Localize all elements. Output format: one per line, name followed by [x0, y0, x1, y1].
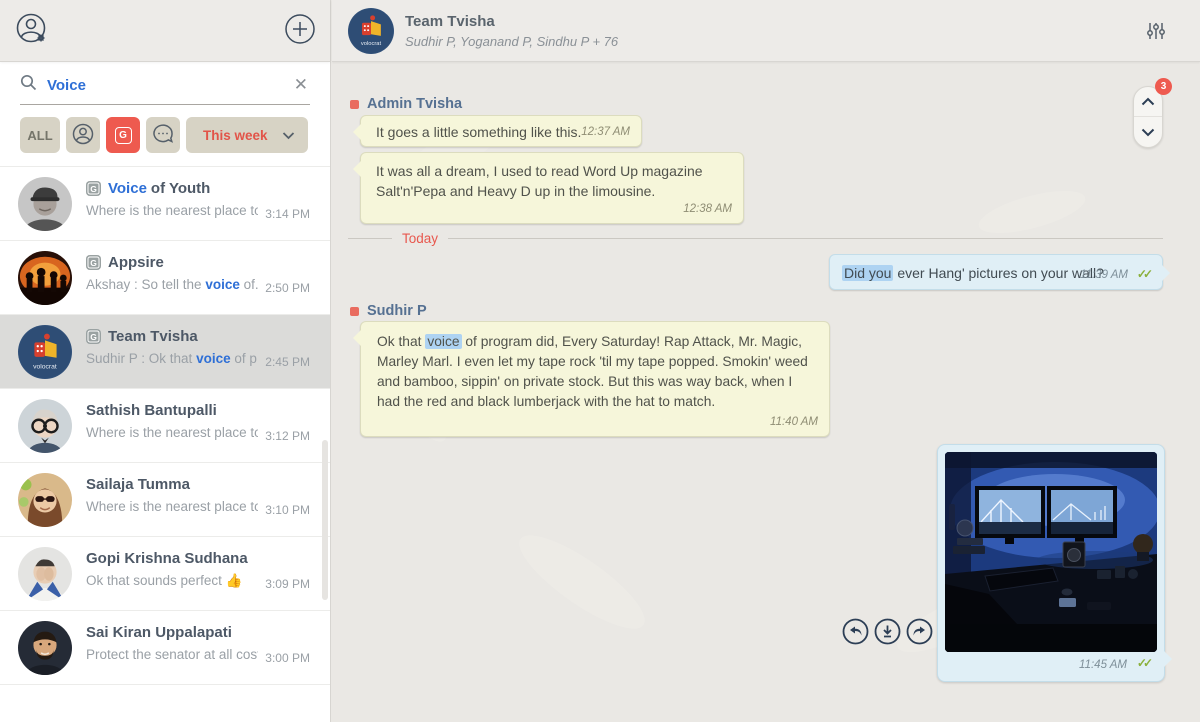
forward-button[interactable] [906, 618, 933, 645]
chat-list-item-gopi[interactable]: Gopi Krishna Sudhana Ok that sounds perf… [0, 537, 330, 611]
message-area: Admin Tvisha It goes a little something … [332, 62, 1200, 722]
search-input[interactable] [47, 77, 292, 94]
chevron-down-icon [282, 128, 295, 143]
search-match-highlight: Did you [842, 265, 893, 281]
user-gear-icon [12, 9, 52, 52]
message-actions [842, 618, 933, 645]
chat-list-item-sailaja[interactable]: Sailaja Tumma Where is the nearest place… [0, 463, 330, 537]
sender-bullet-icon [350, 307, 359, 316]
message-time: 12:38 AM [683, 199, 732, 219]
filter-contacts-button[interactable] [66, 117, 100, 153]
search-icon [20, 74, 37, 96]
message-time: 12:37 AM [581, 122, 630, 142]
read-receipt-icon: ✓✓ [1137, 656, 1153, 670]
message-bubble-outgoing[interactable]: Did you ever Hang' pictures on your wall… [829, 254, 1163, 290]
chat-time: 3:09 PM [265, 577, 310, 591]
sidebar-scrollbar[interactable] [322, 440, 328, 600]
reply-button[interactable] [842, 618, 869, 645]
person-icon [71, 122, 95, 149]
read-receipt-icon: ✓✓ [1137, 264, 1153, 284]
chat-time: 3:00 PM [265, 651, 310, 665]
message-bubble[interactable]: It goes a little something like this. 12… [360, 115, 642, 147]
chat-list-item-sathish[interactable]: Sathish Bantupalli Where is the nearest … [0, 389, 330, 463]
search-match-highlight: voice [425, 334, 461, 349]
avatar [18, 251, 72, 305]
conversation-title: Team Tvisha [405, 13, 618, 30]
date-range-label: This week [203, 128, 268, 143]
chat-list-item-sai-kiran[interactable]: Sai Kiran Uppalapati Protect the senator… [0, 611, 330, 685]
image-message-bubble[interactable]: 11:45 AM ✓✓ [937, 444, 1165, 682]
message-bubble[interactable]: Ok that voice of program did, Every Satu… [360, 321, 830, 437]
sidebar-topbar [0, 0, 330, 62]
chat-list-item-voice-of-youth[interactable]: GVoiceof Youth Where is the nearest plac… [0, 167, 330, 241]
avatar [18, 473, 72, 527]
filter-groups-button[interactable]: G [106, 117, 140, 153]
message-time: 11:45 AM [1079, 659, 1127, 671]
sender-name: Sudhir P [350, 303, 427, 319]
avatar [18, 399, 72, 453]
group-icon: G [86, 329, 101, 344]
chat-time: 3:12 PM [265, 429, 310, 443]
date-range-dropdown[interactable]: This week [186, 117, 308, 153]
plus-icon [284, 13, 316, 48]
avatar [18, 547, 72, 601]
scroll-down-button[interactable] [1134, 117, 1162, 147]
chat-time: 3:10 PM [265, 503, 310, 517]
chat-bubble-icon [151, 122, 175, 149]
date-divider-label: Today [402, 231, 438, 246]
filter-all-button[interactable]: ALL [20, 117, 60, 153]
message-time: 11:39 AM [1080, 265, 1128, 285]
profile-settings-button[interactable] [12, 9, 52, 52]
attached-photo[interactable] [945, 452, 1157, 652]
search-bar: ✕ [20, 74, 310, 105]
avatar [18, 177, 72, 231]
clear-search-icon[interactable]: ✕ [292, 75, 310, 95]
logo-text: volocrat [361, 40, 382, 46]
conversation-pane: volocrat Team Tvisha Sudhir P, Yoganand … [332, 0, 1200, 722]
chat-list-item-appsire[interactable]: GAppsire Akshay : So tell the voice of..… [0, 241, 330, 315]
chat-time: 2:50 PM [265, 281, 310, 295]
sender-name: Admin Tvisha [350, 96, 462, 112]
filter-chats-button[interactable] [146, 117, 180, 153]
chat-time: 2:45 PM [265, 355, 310, 369]
group-icon: G [86, 181, 101, 196]
logo-text: volocrat [33, 363, 57, 370]
filter-sliders-icon[interactable] [1146, 21, 1166, 46]
group-icon: G [86, 255, 101, 270]
chat-list-item-team-tvisha[interactable]: volocrat GTeam Tvisha Sudhir P : Ok that… [0, 315, 330, 389]
sender-bullet-icon [350, 100, 359, 109]
chat-time: 3:14 PM [265, 207, 310, 221]
avatar: volocrat [18, 325, 72, 379]
date-divider: Today [348, 231, 1163, 246]
download-button[interactable] [874, 618, 901, 645]
unread-count-badge: 3 [1155, 78, 1172, 95]
group-avatar: volocrat [348, 8, 394, 54]
group-filter-icon: G [115, 127, 132, 144]
conversation-header[interactable]: volocrat Team Tvisha Sudhir P, Yoganand … [332, 0, 1200, 62]
avatar [18, 621, 72, 675]
conversation-members: Sudhir P, Yoganand P, Sindhu P + 76 [405, 34, 618, 49]
sidebar: ✕ ALL G This week [0, 0, 331, 722]
message-bubble[interactable]: It was all a dream, I used to read Word … [360, 152, 744, 224]
chat-list: GVoiceof Youth Where is the nearest plac… [0, 166, 330, 685]
message-time: 11:40 AM [770, 412, 818, 432]
filter-row: ALL G This week [0, 105, 330, 166]
scroll-control [1133, 86, 1163, 148]
new-chat-button[interactable] [284, 13, 316, 48]
